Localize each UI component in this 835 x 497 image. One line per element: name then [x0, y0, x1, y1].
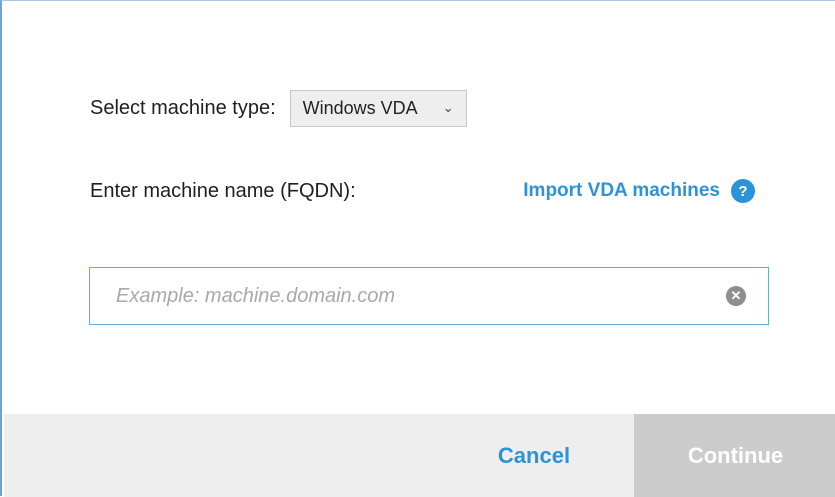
- machine-type-select[interactable]: Windows VDA ⌄: [289, 89, 467, 127]
- machine-type-selected-value: Windows VDA: [302, 97, 418, 118]
- cancel-button[interactable]: Cancel: [432, 414, 636, 497]
- add-machine-dialog: Select machine type: Windows VDA ⌄ Enter…: [0, 0, 835, 497]
- help-icon[interactable]: ?: [731, 179, 755, 203]
- import-vda-machines-link[interactable]: Import VDA machines: [523, 180, 720, 202]
- machine-type-row: Select machine type: Windows VDA ⌄: [90, 88, 467, 128]
- dialog-footer: Cancel Continue: [4, 414, 835, 497]
- machine-name-field: ✕: [89, 267, 769, 325]
- chevron-down-icon: ⌄: [442, 100, 454, 115]
- import-vda-machines[interactable]: Import VDA machines ?: [523, 179, 755, 203]
- machine-name-label: Enter machine name (FQDN):: [90, 179, 356, 202]
- machine-name-input[interactable]: [90, 268, 726, 324]
- clear-icon[interactable]: ✕: [726, 286, 746, 306]
- machine-name-row: Enter machine name (FQDN): Import VDA ma…: [90, 173, 755, 209]
- machine-type-label: Select machine type:: [90, 96, 276, 119]
- continue-button[interactable]: Continue: [634, 414, 835, 497]
